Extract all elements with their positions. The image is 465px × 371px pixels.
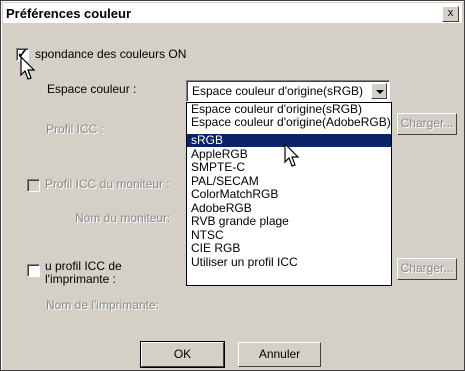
color-matching-label: spondance des couleurs ON [35, 47, 187, 61]
printer-profile-checkbox[interactable] [27, 264, 40, 277]
color-space-option[interactable]: RVB grande plage [187, 215, 391, 228]
monitor-name-label: Nom du moniteur: [75, 211, 171, 225]
color-space-dropdown-list: Espace couleur d'origine(sRGB) Espace co… [186, 102, 392, 286]
dialog-title: Préférences couleur [6, 6, 132, 21]
printer-profile-label-line1: u profil ICC de [45, 259, 122, 273]
close-button[interactable]: x [442, 6, 459, 22]
mouse-pointer-icon [20, 56, 36, 80]
cancel-button[interactable]: Annuler [238, 342, 321, 367]
color-space-option[interactable]: CIE RGB [187, 242, 391, 255]
load-printer-profile-button[interactable]: Charger... [397, 258, 457, 280]
color-space-label: Espace couleur : [47, 82, 137, 96]
color-space-option[interactable]: Utiliser un profil ICC [187, 256, 391, 269]
mouse-pointer-icon [284, 143, 300, 167]
close-icon: x [447, 7, 454, 19]
color-preferences-dialog: Préférences couleur x ✓ spondance des co… [0, 0, 465, 371]
monitor-profile-checkbox[interactable] [27, 179, 40, 192]
color-space-select[interactable]: Espace couleur d'origine(sRGB) [186, 80, 390, 102]
color-space-option[interactable]: ColorMatchRGB [187, 188, 391, 201]
color-space-selected-value: Espace couleur d'origine(sRGB) [192, 84, 364, 98]
chevron-down-icon[interactable] [371, 83, 387, 99]
printer-profile-label-line2: l'imprimante : [45, 272, 116, 286]
monitor-profile-label: Profil ICC du moniteur : [45, 177, 170, 191]
load-icc-profile-button[interactable]: Charger... [397, 113, 457, 135]
ok-button[interactable]: OK [140, 341, 225, 368]
title-bar[interactable]: Préférences couleur x [3, 3, 462, 23]
color-space-option[interactable]: Espace couleur d'origine(AdobeRGB) [187, 116, 391, 129]
printer-name-label: Nom de l'imprimante: [46, 298, 159, 312]
icc-profile-label: Profil ICC : [46, 122, 105, 136]
